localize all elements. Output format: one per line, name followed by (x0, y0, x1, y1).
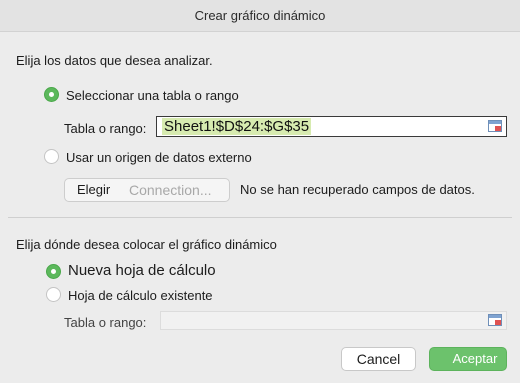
source-range-label: Tabla o rango: (64, 121, 147, 136)
radio-existing-sheet-label[interactable]: Hoja de cálculo existente (68, 288, 213, 303)
accept-button[interactable]: Aceptar (429, 347, 507, 371)
choose-connection-button[interactable]: Elegir Connection... (64, 178, 230, 202)
no-fields-status: No se han recuperado campos de datos. (240, 182, 475, 197)
source-range-input[interactable]: Sheet1!$D$24:$G$35 (156, 116, 507, 137)
destination-heading: Elija dónde desea colocar el gráfico din… (16, 237, 277, 252)
source-heading: Elija los datos que desea analizar. (16, 53, 213, 68)
dialog-title: Crear gráfico dinámico (0, 0, 520, 32)
range-picker-icon[interactable] (488, 120, 502, 132)
radio-select-table[interactable] (44, 87, 59, 102)
connection-label: Connection... (129, 182, 212, 198)
radio-new-sheet[interactable] (46, 264, 61, 279)
destination-range-picker-icon[interactable] (488, 314, 502, 326)
radio-select-table-label[interactable]: Seleccionar una tabla o rango (66, 88, 239, 103)
section-divider (8, 217, 512, 218)
destination-range-input[interactable] (160, 311, 507, 330)
cancel-button[interactable]: Cancel (341, 347, 416, 371)
radio-external-source-label[interactable]: Usar un origen de datos externo (66, 150, 252, 165)
radio-new-sheet-label[interactable]: Nueva hoja de cálculo (68, 262, 216, 279)
destination-range-label: Tabla o rango: (64, 315, 147, 330)
radio-existing-sheet[interactable] (46, 287, 61, 302)
choose-button-label: Elegir (77, 182, 111, 197)
source-range-value: Sheet1!$D$24:$G$35 (162, 118, 312, 135)
radio-external-source[interactable] (44, 149, 59, 164)
